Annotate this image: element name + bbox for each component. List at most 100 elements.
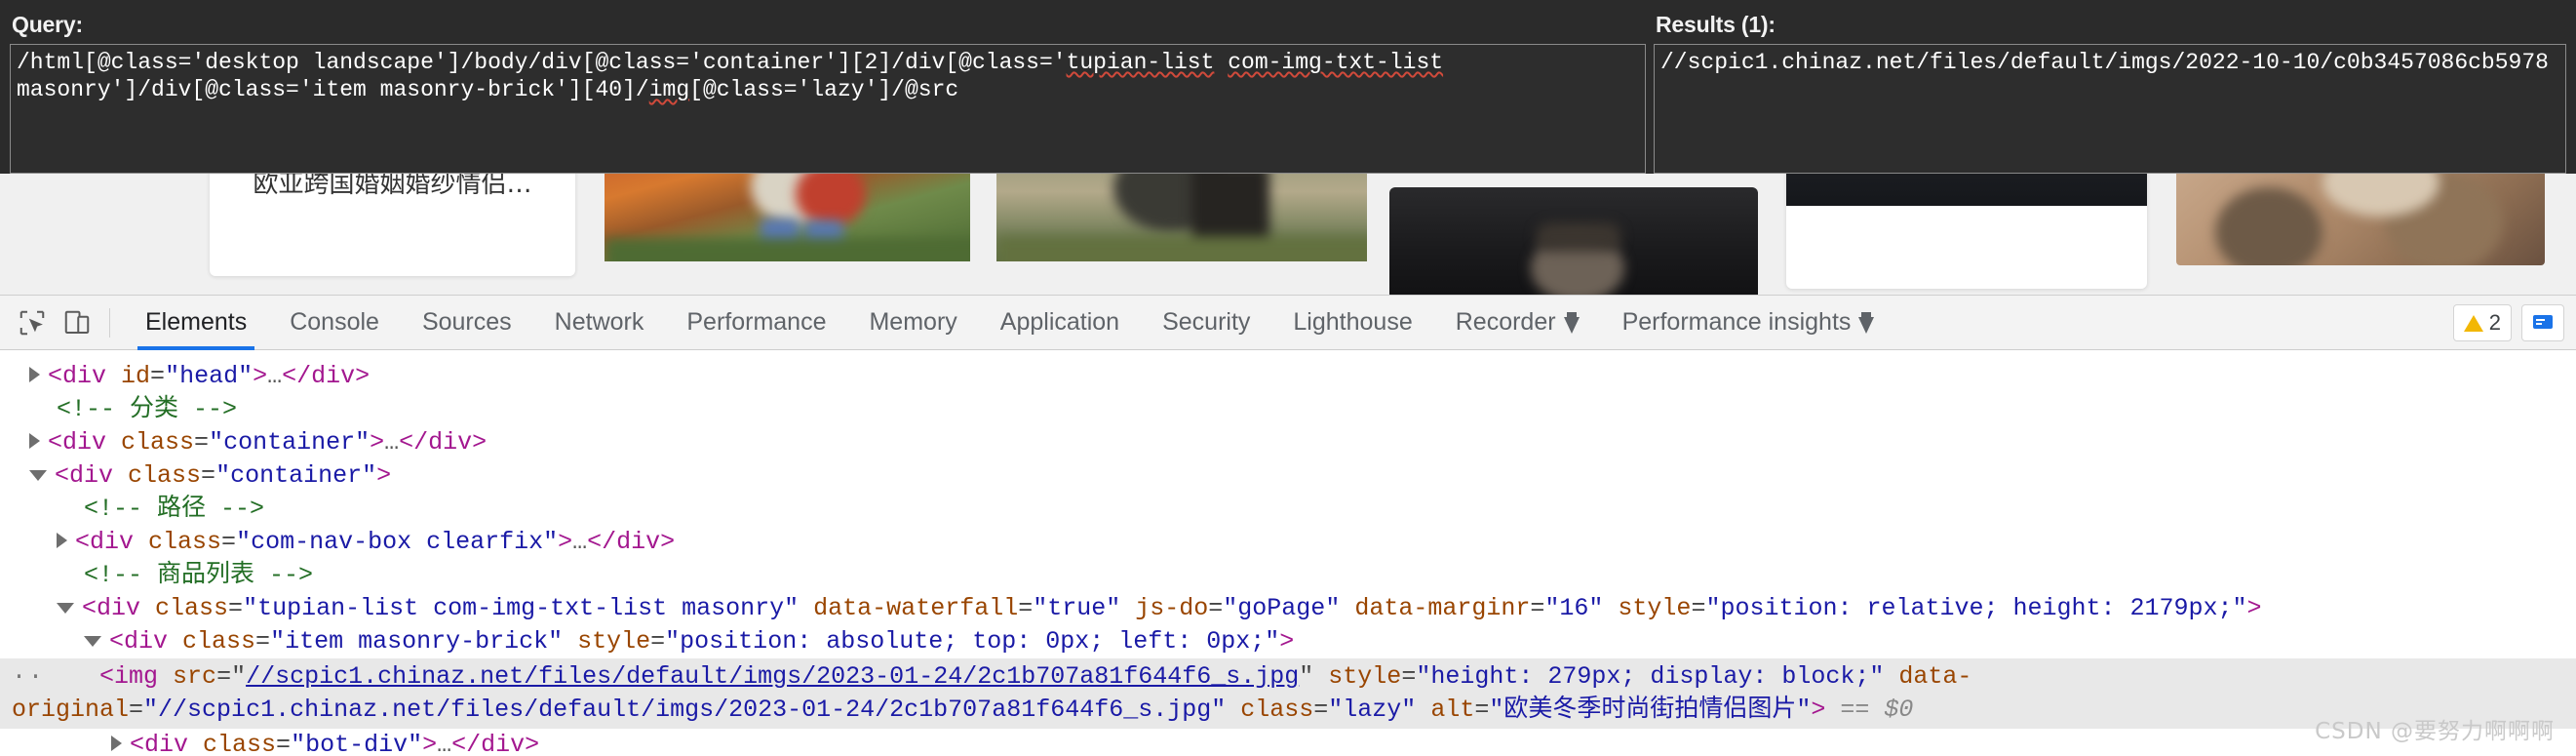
toolbar-right-group: 2 xyxy=(2452,296,2564,350)
tag-close: </div> xyxy=(587,528,676,556)
dom-node-item-masonry-brick[interactable]: <div class="item masonry-brick" style="p… xyxy=(0,625,2576,658)
attr-value: "position: absolute; top: 0px; left: 0px… xyxy=(665,627,1280,656)
attr-name: class xyxy=(1240,696,1314,724)
devtools-panel: Elements Console Sources Network Perform… xyxy=(0,295,2576,756)
attr-name: js-do xyxy=(1135,594,1209,622)
dom-node-com-nav-box[interactable]: <div class="com-nav-box clearfix">…</div… xyxy=(0,526,2576,559)
list-item-title: 欧亚跨国婚姻婚纱情侣… xyxy=(253,174,532,199)
warning-count-badge[interactable]: 2 xyxy=(2452,304,2512,341)
tab-console[interactable]: Console xyxy=(268,296,401,350)
thumbnail-image[interactable] xyxy=(1389,187,1758,295)
tab-memory[interactable]: Memory xyxy=(847,296,978,350)
dom-node-tupian-list[interactable]: <div class="tupian-list com-img-txt-list… xyxy=(0,592,2576,625)
comment-text: <!-- 商品列表 --> xyxy=(84,561,314,589)
dom-comment-fenlei: <!-- 分类 --> xyxy=(0,393,2576,426)
collapsed-ellipsis[interactable]: … xyxy=(384,428,399,457)
thumbnail-image xyxy=(1786,174,2147,206)
thumbnail-image[interactable] xyxy=(2176,174,2545,265)
query-input[interactable]: /html[@class='desktop landscape']/body/d… xyxy=(10,44,1646,174)
toolbar-divider xyxy=(109,307,110,338)
attr-value: "container" xyxy=(215,461,377,490)
dom-node-head[interactable]: <div id="head">…</div> xyxy=(0,360,2576,393)
tag-open: <div xyxy=(82,594,141,622)
comment-text: <!-- 路径 --> xyxy=(84,495,265,523)
chevron-right-icon[interactable] xyxy=(29,366,40,382)
selected-row-marker: ·· xyxy=(12,662,46,691)
chevron-right-icon[interactable] xyxy=(111,735,122,751)
tag-gt: > xyxy=(1811,696,1826,724)
thumbnail-image[interactable] xyxy=(996,174,1367,261)
tab-label: Elements xyxy=(145,308,248,336)
attr-value: "head" xyxy=(165,362,254,390)
attr-name: style xyxy=(577,627,651,656)
chevron-down-icon[interactable] xyxy=(57,602,74,614)
tag-close: </div> xyxy=(399,428,488,457)
tab-network[interactable]: Network xyxy=(533,296,666,350)
xpath-helper-bar: Query: /html[@class='desktop landscape']… xyxy=(0,0,2576,174)
tab-label: Console xyxy=(290,308,379,336)
attr-name: id xyxy=(121,362,151,390)
tab-lighthouse[interactable]: Lighthouse xyxy=(1271,296,1433,350)
chevron-down-icon[interactable] xyxy=(84,635,101,647)
dom-node-container-2[interactable]: <div class="container"> xyxy=(0,459,2576,493)
tag-open: <div xyxy=(48,428,107,457)
warning-count: 2 xyxy=(2488,310,2501,335)
experiment-flask-icon xyxy=(1563,311,1580,334)
tab-label: Performance insights xyxy=(1621,308,1852,336)
tab-label: Recorder xyxy=(1455,308,1556,336)
webpage-content-strip: 欧亚跨国婚姻婚纱情侣… 欧美运动风情侣写真图片 xyxy=(0,174,2576,295)
chevron-right-icon[interactable] xyxy=(29,432,40,449)
tab-label: Application xyxy=(999,308,1120,336)
tag-open: <div xyxy=(130,731,189,756)
collapsed-ellipsis[interactable]: … xyxy=(437,731,451,756)
list-item[interactable]: 欧美运动风情侣写真图片 xyxy=(1786,174,2147,289)
collapsed-ellipsis[interactable]: … xyxy=(572,528,587,556)
tab-label: Sources xyxy=(421,308,512,336)
dom-node-container-1[interactable]: <div class="container">…</div> xyxy=(0,426,2576,459)
tag-gt: > xyxy=(1279,627,1295,656)
query-seg-4: [@class='lazy']/@src xyxy=(689,77,959,102)
img-src-link[interactable]: //scpic1.chinaz.net/files/default/imgs/2… xyxy=(246,662,1299,691)
devtools-tab-bar: Elements Console Sources Network Perform… xyxy=(124,296,1895,350)
tab-label: Network xyxy=(554,308,644,336)
tab-label: Security xyxy=(1162,308,1251,336)
tab-performance[interactable]: Performance xyxy=(665,296,847,350)
tab-security[interactable]: Security xyxy=(1141,296,1271,350)
attr-value: "goPage" xyxy=(1223,594,1341,622)
query-pane: Query: /html[@class='desktop landscape']… xyxy=(10,10,1646,174)
comment-text: <!-- 分类 --> xyxy=(57,395,238,423)
tag-gt: > xyxy=(422,731,438,756)
tab-sources[interactable]: Sources xyxy=(401,296,533,350)
results-output[interactable]: //scpic1.chinaz.net/files/default/imgs/2… xyxy=(1654,44,2566,174)
list-item[interactable]: 欧亚跨国婚姻婚纱情侣… xyxy=(210,174,575,276)
message-icon[interactable] xyxy=(2521,304,2564,341)
collapsed-ellipsis[interactable]: … xyxy=(267,362,282,390)
attr-value: "item masonry-brick" xyxy=(270,627,564,656)
query-seg-1: /html[@class='desktop landscape']/body/d… xyxy=(17,50,1067,75)
attr-value: "//scpic1.chinaz.net/files/default/imgs/… xyxy=(143,696,1227,724)
attr-name: class xyxy=(155,594,229,622)
dom-tree[interactable]: <div id="head">…</div> <!-- 分类 --> <div … xyxy=(0,350,2576,756)
attr-value: "lazy" xyxy=(1328,696,1417,724)
chevron-right-icon[interactable] xyxy=(57,532,67,548)
dom-comment-shangpin: <!-- 商品列表 --> xyxy=(0,559,2576,592)
tab-elements[interactable]: Elements xyxy=(124,296,268,350)
thumbnail-image[interactable] xyxy=(605,174,970,261)
attr-name: style xyxy=(1618,594,1692,622)
inspect-cursor-icon[interactable] xyxy=(10,300,55,345)
dom-node-bot-div[interactable]: <div class="bot-div">…</div> xyxy=(0,729,2576,756)
query-seg-3: masonry']/div[@class='item masonry-brick… xyxy=(17,77,649,102)
attr-value: "16" xyxy=(1544,594,1604,622)
tab-recorder[interactable]: Recorder xyxy=(1434,296,1601,350)
tab-performance-insights[interactable]: Performance insights xyxy=(1601,296,1896,350)
tag-open: <div xyxy=(109,627,169,656)
attr-value: "container" xyxy=(209,428,371,457)
tab-application[interactable]: Application xyxy=(979,296,1141,350)
dom-node-img-selected[interactable]: ·· <img src="//scpic1.chinaz.net/files/de… xyxy=(0,658,2576,729)
tab-label: Memory xyxy=(869,308,957,336)
warning-triangle-icon xyxy=(2463,314,2483,332)
device-toolbar-icon[interactable] xyxy=(55,300,99,345)
attr-value: "height: 279px; display: block;" xyxy=(1416,662,1885,691)
chevron-down-icon[interactable] xyxy=(29,469,47,481)
tab-label: Performance xyxy=(686,308,827,336)
